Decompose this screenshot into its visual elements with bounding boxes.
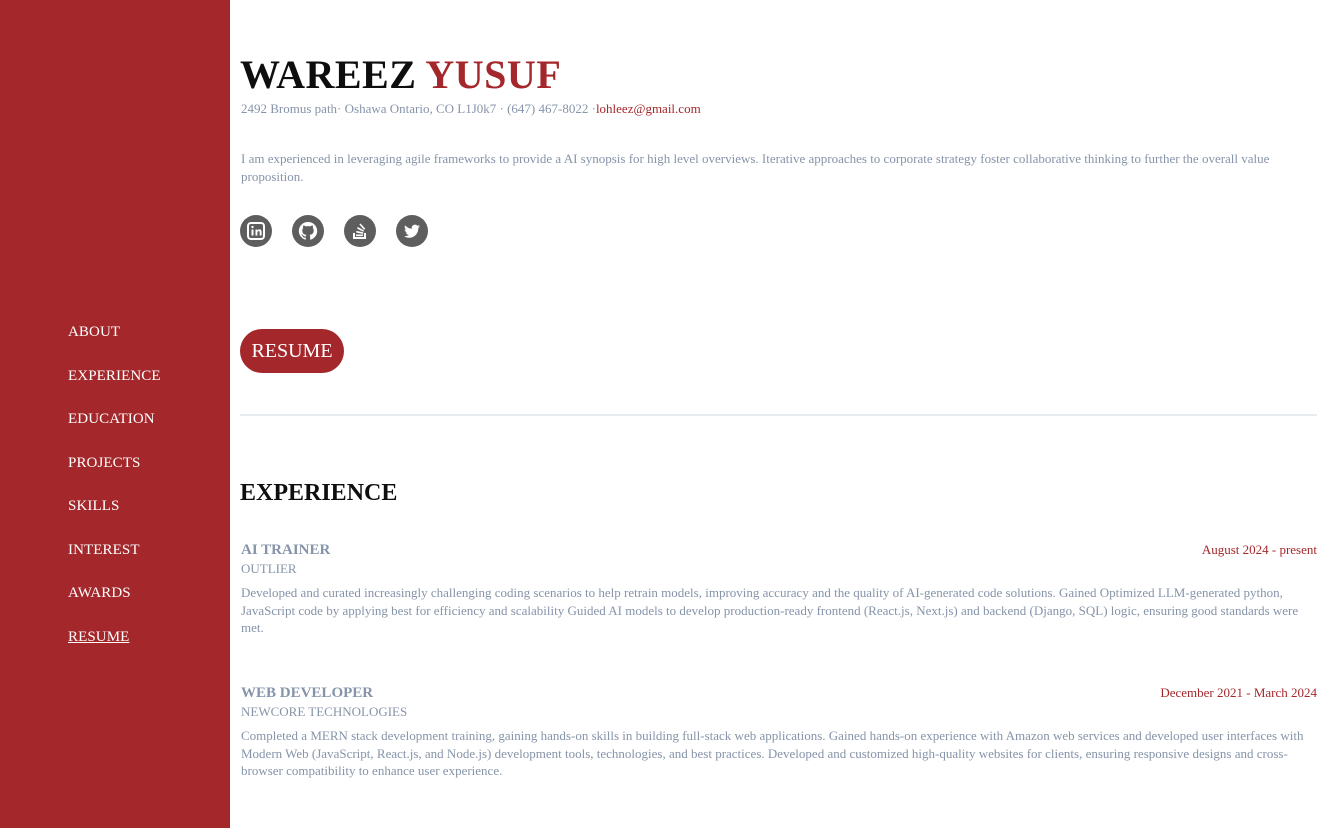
stack-overflow-icon[interactable] [344, 215, 376, 247]
nav-item-about[interactable]: ABOUT [68, 322, 161, 366]
bio-text: I am experienced in leveraging agile fra… [241, 151, 1270, 184]
nav-item-interest[interactable]: INTEREST [68, 540, 161, 584]
nav-item-skills[interactable]: SKILLS [68, 496, 161, 540]
nav-item-awards[interactable]: AWARDS [68, 583, 161, 627]
twitter-icon[interactable] [396, 215, 428, 247]
job-date: December 2021 - March 2024 [1160, 685, 1317, 700]
nav-item-education[interactable]: EDUCATION [68, 409, 161, 453]
nav-item-experience[interactable]: EXPERIENCE [68, 366, 161, 410]
sidebar-nav: ABOUT EXPERIENCE EDUCATION PROJECTS SKIL… [68, 322, 161, 670]
page-title: WAREEZ YUSUF [240, 52, 561, 98]
job-description: Developed and curated increasingly chall… [241, 585, 1299, 635]
job-company: NEWCORE TECHNOLOGIES [241, 704, 408, 719]
job-company: OUTLIER [241, 561, 297, 576]
job-date: August 2024 - present [1201, 542, 1317, 557]
section-divider [240, 414, 1317, 416]
address-text: 2492 Bromus path· Oshawa Ontario, CO L1J… [241, 101, 596, 116]
contact-line: 2492 Bromus path· Oshawa Ontario, CO L1J… [241, 101, 701, 117]
nav-item-projects[interactable]: PROJECTS [68, 453, 161, 497]
job-title: WEB DEVELOPER [241, 685, 374, 701]
job-title: AI TRAINER [241, 542, 331, 558]
job-description: Completed a MERN stack development train… [241, 728, 1304, 778]
linkedin-icon[interactable] [240, 215, 272, 247]
last-name: YUSUF [425, 52, 562, 97]
experience-heading: EXPERIENCE [240, 480, 398, 506]
email-link[interactable]: lohleez@gmail.com [596, 101, 701, 116]
first-name: WAREEZ [240, 52, 417, 97]
nav-item-resume[interactable]: RESUME [68, 627, 161, 671]
sidebar: ABOUT EXPERIENCE EDUCATION PROJECTS SKIL… [0, 0, 230, 828]
social-links [240, 215, 428, 247]
github-icon[interactable] [292, 215, 324, 247]
resume-button[interactable]: RESUME [240, 329, 344, 373]
